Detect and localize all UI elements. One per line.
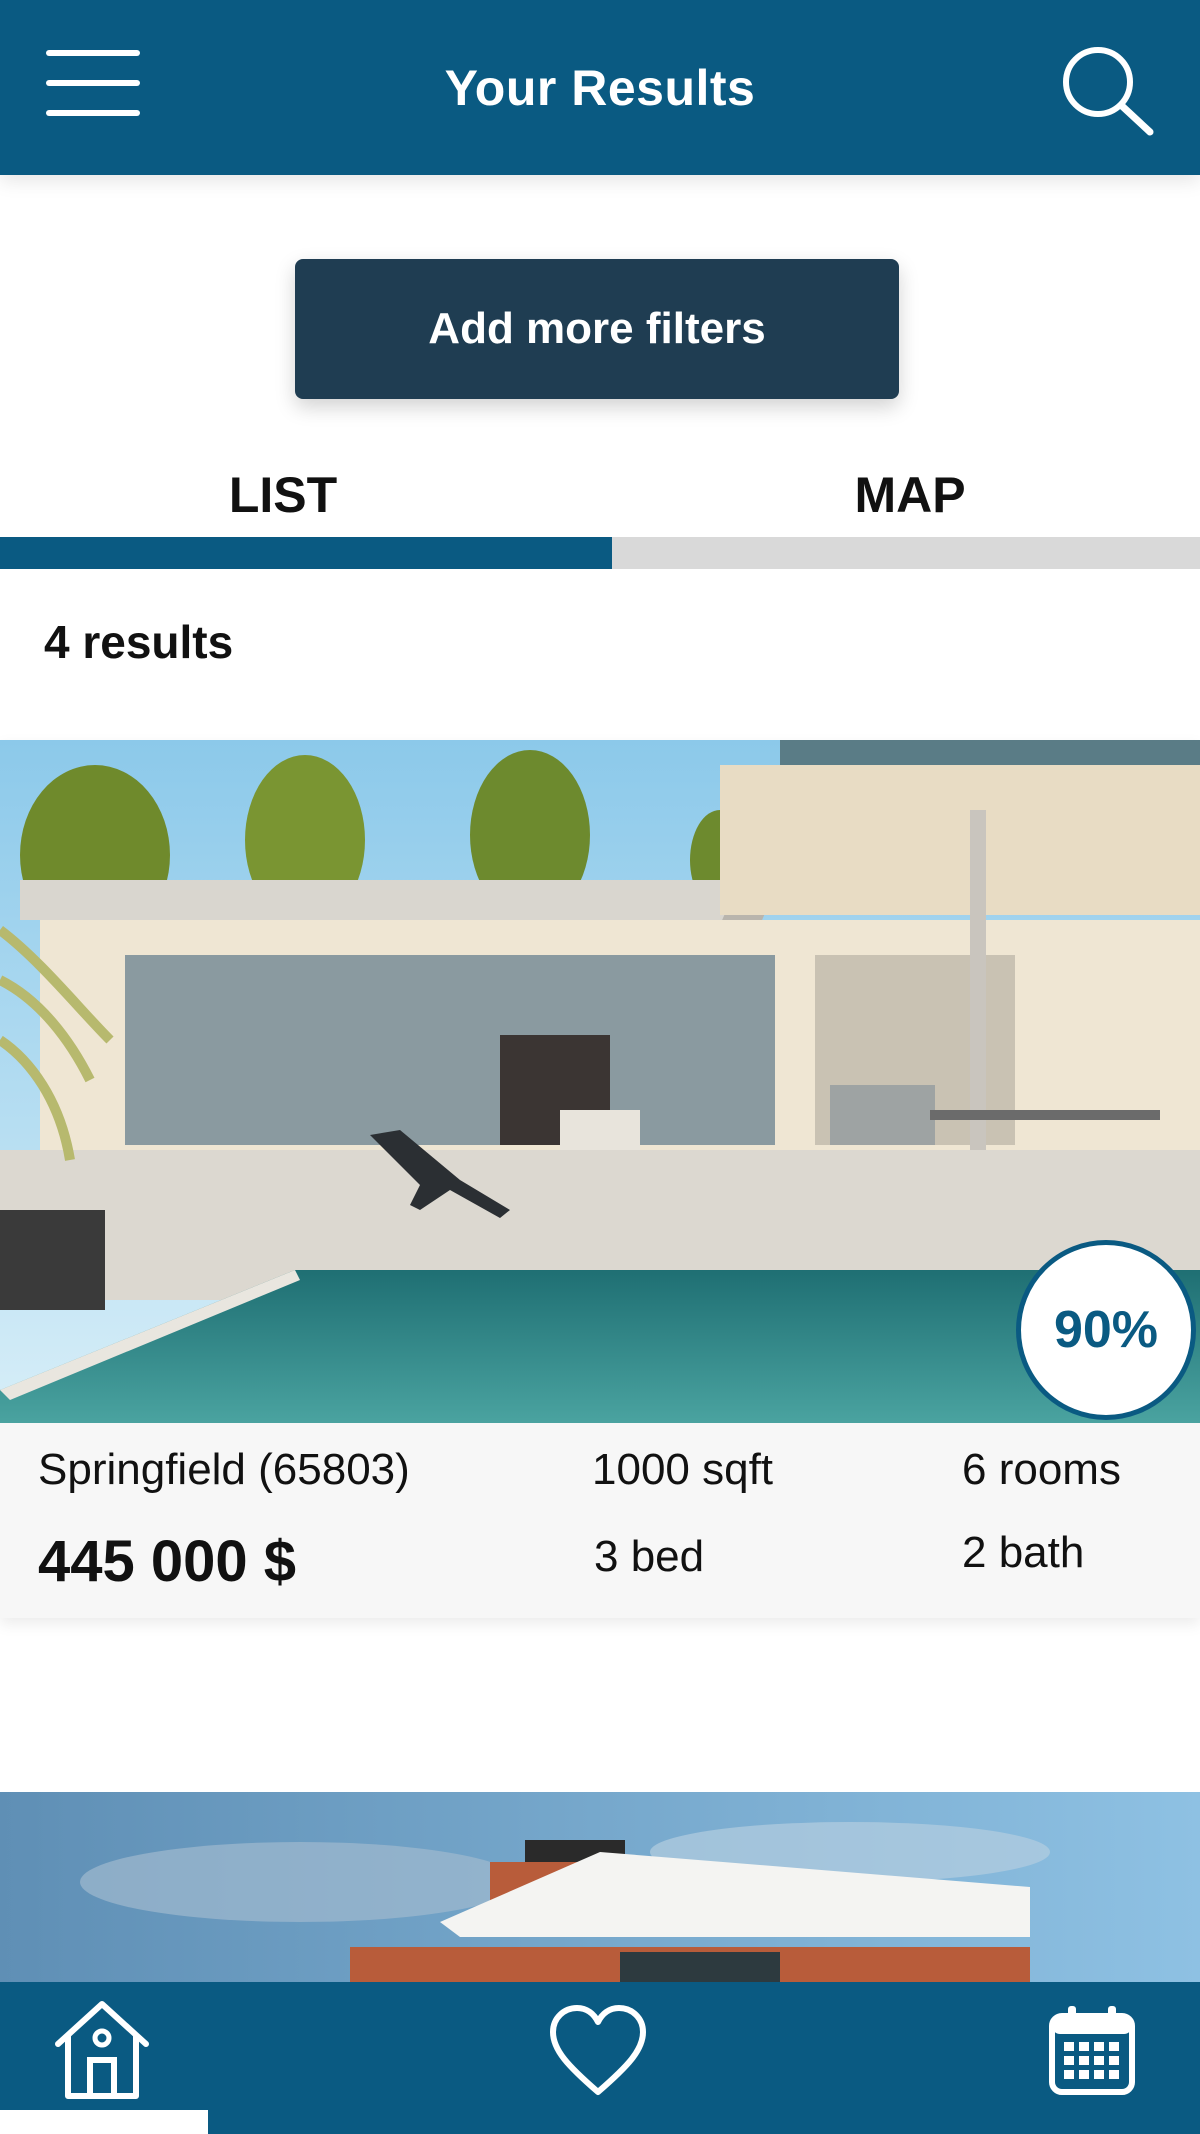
search-icon bbox=[1063, 47, 1154, 136]
nav-calendar-button[interactable] bbox=[1048, 2004, 1136, 2096]
listing-bathrooms: 2 bath bbox=[962, 1528, 1085, 1577]
tab-list[interactable]: LIST bbox=[0, 455, 566, 535]
nav-home-button[interactable] bbox=[52, 1998, 152, 2102]
listing-card[interactable] bbox=[0, 1792, 1200, 1982]
listing-bedrooms: 3 bed bbox=[594, 1532, 705, 1581]
hamburger-menu-icon bbox=[46, 50, 140, 116]
page-title: Your Results bbox=[444, 59, 756, 116]
active-nav-indicator bbox=[0, 2110, 208, 2134]
menu-button[interactable] bbox=[46, 48, 142, 118]
nav-favorites-button[interactable] bbox=[548, 2004, 648, 2100]
listing-photo bbox=[0, 1792, 1200, 1982]
results-count: 4 results bbox=[44, 616, 234, 668]
home-icon bbox=[55, 2001, 149, 2099]
search-button[interactable] bbox=[1056, 42, 1156, 138]
listing-rooms: 6 rooms bbox=[962, 1445, 1121, 1494]
listing-location: Springfield (65803) bbox=[38, 1445, 410, 1494]
listing-card[interactable]: Springfield (65803) 1000 sqft 6 rooms 3 … bbox=[0, 740, 1200, 1618]
heart-icon bbox=[550, 2005, 646, 2095]
view-tabs: LIST MAP bbox=[0, 455, 1200, 570]
top-app-bar: Your Results bbox=[0, 0, 1200, 175]
listing-area: 1000 sqft bbox=[592, 1445, 774, 1494]
tab-map[interactable]: MAP bbox=[580, 455, 1200, 535]
tab-indicator-active bbox=[0, 537, 612, 569]
calendar-icon bbox=[1049, 2006, 1135, 2095]
tab-indicator-inactive bbox=[612, 537, 1200, 569]
listing-price: 445 000 $ bbox=[38, 1529, 297, 1594]
match-score-badge: 90% bbox=[1016, 1240, 1196, 1420]
add-filters-button[interactable]: Add more filters bbox=[295, 259, 899, 399]
